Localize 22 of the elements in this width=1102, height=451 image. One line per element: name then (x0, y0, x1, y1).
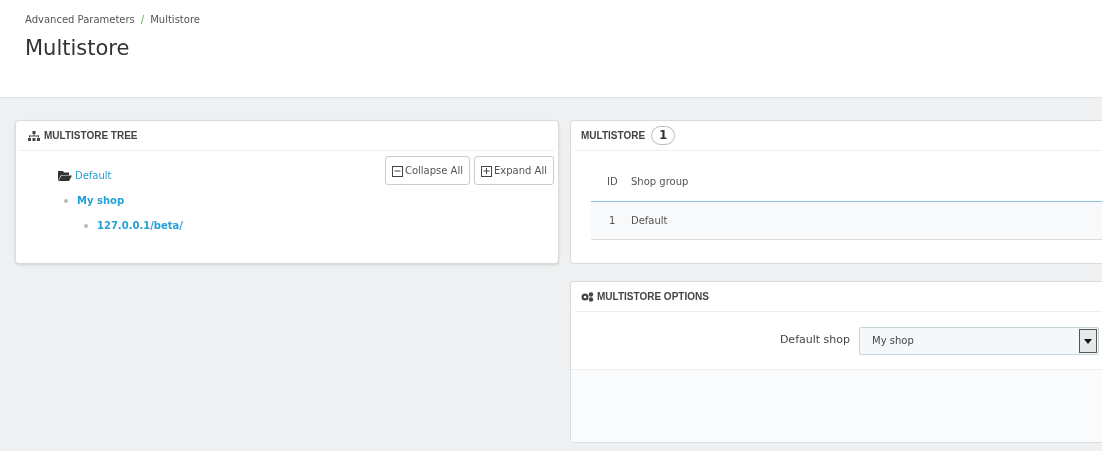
plus-square-icon (481, 164, 492, 177)
minus-square-icon (391, 164, 403, 177)
table-cell: 1 (609, 214, 616, 226)
table-cell: Default (631, 214, 668, 226)
panel-title: MULTISTORE TREE (44, 129, 138, 143)
breadcrumb-item[interactable]: Advanced Parameters (25, 12, 135, 27)
bullet-icon (64, 198, 68, 203)
field-label: Default shop (779, 332, 850, 349)
page-title: Multistore (25, 35, 131, 62)
sitemap-icon (28, 130, 40, 141)
panel-title: MULTISTORE (581, 129, 646, 143)
breadcrumb-item: Multistore (150, 13, 200, 27)
gears-icon (581, 291, 594, 302)
shop-select[interactable]: My shop (859, 326, 1099, 355)
collapse-all-button[interactable]: Collapse All (384, 156, 470, 185)
folder-icon (58, 170, 72, 181)
bullet-icon (84, 223, 88, 228)
panel-title: MULTISTORE OPTIONS (597, 290, 709, 304)
expand-all-button[interactable]: Expand All (474, 156, 554, 185)
column-header[interactable]: Shop group (631, 176, 689, 188)
breadcrumb-separator: / (140, 13, 145, 27)
column-header[interactable]: ID (607, 176, 618, 188)
